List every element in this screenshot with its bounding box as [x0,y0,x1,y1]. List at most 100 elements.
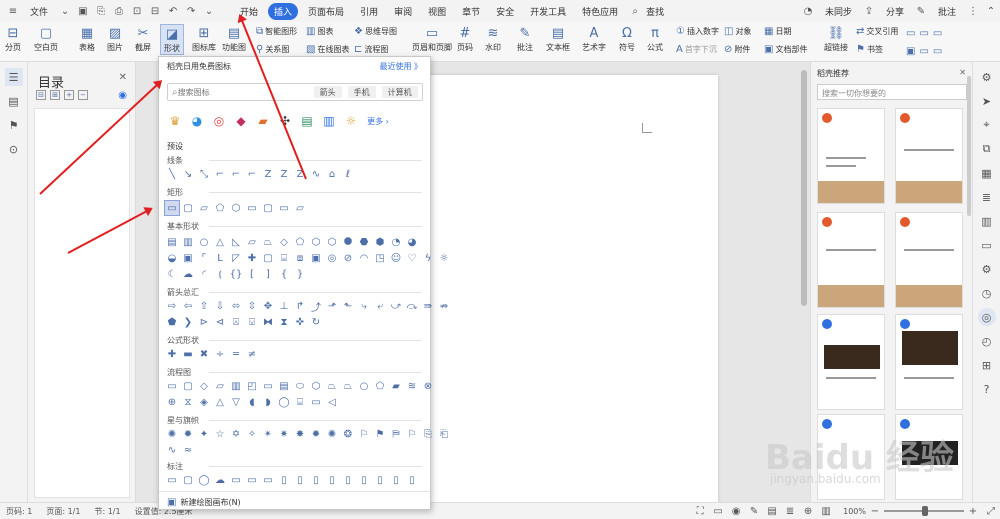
tag-computer[interactable]: 计算机 [381,86,418,98]
heart-shape[interactable]: ♡ [405,251,419,265]
collapse-icon[interactable]: ⌃ [984,4,998,18]
tab-section[interactable]: 章节 [456,3,486,20]
find-icon[interactable]: ⊙ [5,140,23,158]
bulb-icon[interactable]: ☼ [343,113,359,129]
rectangle-shape[interactable]: ▭ [164,200,180,216]
tab-layout[interactable]: 页面布局 [302,3,350,20]
relation-button[interactable]: ⚲ 关系图 [256,44,289,55]
eye-icon[interactable]: ◉ [729,504,743,518]
layout-d-icon[interactable]: ▣ [906,46,915,57]
fit-icon[interactable]: ⤢ [984,504,998,518]
help-icon[interactable]: ? [978,380,996,398]
notched-right-arrow-shape[interactable]: ⇏ [437,299,451,313]
bookmark-panel-icon[interactable]: ⚑ [5,116,23,134]
flow-collate-shape[interactable]: ⧖ [181,395,195,409]
recent-used-link[interactable]: 最近使用 》 [379,61,422,72]
tab-developer[interactable]: 开发工具 [524,3,572,20]
right-triangle-shape[interactable]: ◺ [229,235,243,249]
more-icons-link[interactable]: 更多 › [365,113,391,129]
parallelogram-shape[interactable]: ▱ [245,235,259,249]
close-icon[interactable]: ✕ [959,68,966,77]
layout-b-icon[interactable]: ▭ [919,28,928,39]
target-icon[interactable]: ◎ [211,113,227,129]
up-arrow-callout-shape[interactable]: ⍓ [229,315,243,329]
accent-border-callout1-shape[interactable]: ▯ [373,473,387,487]
template-thumb[interactable] [817,212,885,308]
elbow-arrow-shape[interactable]: ⌐ [229,167,243,181]
chevron-down-icon[interactable]: ⌄ [58,4,72,18]
flow-terminator-shape[interactable]: ⬭ [293,379,307,393]
table-button[interactable]: ▦ 表格 [78,24,96,53]
star7-shape[interactable]: ✧ [245,427,259,441]
layout-a-icon[interactable]: ▭ [906,28,915,39]
book-icon[interactable]: ▤ [299,113,315,129]
heptagon-shape[interactable]: ⬡ [325,235,339,249]
trapezoid-shape[interactable]: ⏢ [261,235,275,249]
minus-shape[interactable]: ▬ [181,347,195,361]
curved-right-arrow-shape[interactable]: ⤷ [357,299,371,313]
save-icon[interactable]: ▣ [76,4,90,18]
page-number-button[interactable]: # 页码 [456,24,474,53]
curved-arrow-shape[interactable]: Z [277,167,291,181]
document-icon[interactable]: ▤ [5,92,23,110]
undo-icon[interactable]: ↶ [166,4,180,18]
screenshot-button[interactable]: ✂ 截屏 [134,24,152,53]
round-corner-rect-shape[interactable]: ▢ [261,201,275,215]
flowchart-button[interactable]: ⊏ 流程图 [354,44,388,55]
layout-icon[interactable]: ⚙ [978,68,996,86]
object-button[interactable]: ◫ 对象 [724,26,751,37]
round-diag-rect-shape[interactable]: ▱ [293,201,307,215]
smartart-button[interactable]: ⧉ 智能图形 [256,26,297,37]
hexagon-shape[interactable]: ⬡ [309,235,323,249]
history-icon[interactable]: ◷ [978,284,996,302]
right-arrow-shape[interactable]: ⇨ [165,299,179,313]
flow-display-shape[interactable]: ◁ [325,395,339,409]
header-footer-button[interactable]: ▭ 页眉和页脚 [412,24,452,53]
up-arrow-shape[interactable]: ⇧ [197,299,211,313]
tab-view[interactable]: 视图 [422,3,452,20]
tab-security[interactable]: 安全 [490,3,520,20]
icon-library-button[interactable]: ⊞ 图标库 [192,24,216,53]
snip-diag-rect-shape[interactable]: ⬡ [229,201,243,215]
package-icon[interactable]: ▰ [255,113,271,129]
right-bracket-shape[interactable]: ] [261,267,275,281]
search-label[interactable]: 查找 [646,3,670,20]
tab-insert[interactable]: 插入 [268,2,299,20]
cube-shape[interactable]: ⧈ [293,251,307,265]
quad-arrow-shape[interactable]: ✥ [261,299,275,313]
more-icon[interactable]: ⋮ [966,4,980,18]
layout-e-icon[interactable]: ▭ [919,46,928,57]
bevel-shape[interactable]: ▣ [309,251,323,265]
sun-shape[interactable]: ☼ [437,251,451,265]
chevron-shape[interactable]: ❯ [181,315,195,329]
flow-manual-op-shape[interactable]: ⏢ [341,379,355,393]
oval-shape[interactable]: ○ [197,235,211,249]
left-bracket-shape[interactable]: [ [245,267,259,281]
border-callout3-shape[interactable]: ▯ [357,473,371,487]
text-box-shape[interactable]: ▤ [165,235,179,249]
bar-chart-icon[interactable]: ▥ [321,113,337,129]
template-thumb[interactable] [817,108,885,204]
flow-alt-process-shape[interactable]: ▢ [181,379,195,393]
rounded-rect-shape[interactable]: ▢ [181,201,195,215]
textbox-vertical-shape[interactable]: ▥ [181,235,195,249]
settings-icon[interactable]: ⚙ [978,260,996,278]
triangle-shape[interactable]: △ [213,235,227,249]
bent-up-arrow-shape[interactable]: ⬑ [341,299,355,313]
accent-callout2-shape[interactable]: ▯ [293,473,307,487]
dodecagon-shape[interactable]: ⬢ [373,235,387,249]
zoom-level[interactable]: 100% [843,507,866,516]
diagonal-stripe-shape[interactable]: ◸ [229,251,243,265]
striped-right-arrow-shape[interactable]: ⇛ [421,299,435,313]
watermark-button[interactable]: ≋ 水印 [484,24,502,53]
flow-document-shape[interactable]: ▭ [261,379,275,393]
donut-shape[interactable]: ◎ [325,251,339,265]
block-arc-shape[interactable]: ◠ [357,251,371,265]
pentagon-arrow-shape[interactable]: ⬟ [165,315,179,329]
flow-extract-shape[interactable]: △ [213,395,227,409]
star12-shape[interactable]: ✸ [293,427,307,441]
layout-f-icon[interactable]: ▭ [933,46,942,57]
sync-status[interactable]: 未同步 [819,3,858,20]
snip-corner-rect-shape[interactable]: ▱ [197,201,211,215]
double-bracket-shape[interactable]: ⦅ [213,267,227,281]
